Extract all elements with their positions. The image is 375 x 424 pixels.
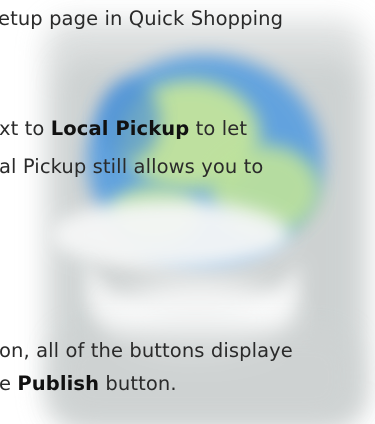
article-line-pickup-allows: al Pickup still allows you to <box>0 155 264 178</box>
publish-bold-label: Publish <box>17 372 100 395</box>
text-fragment: e <box>0 372 18 395</box>
article-line-setup-page: etup page in Quick Shopping <box>0 7 284 30</box>
text-fragment: to let <box>189 117 248 140</box>
local-pickup-bold-label: Local Pickup <box>50 117 190 140</box>
article-text: etup page in Quick Shopping xt to Local … <box>0 0 375 424</box>
article-line-buttons-displayed: on, all of the buttons displaye <box>0 339 293 362</box>
article-line-publish: e Publish button. <box>0 371 177 397</box>
text-fragment: xt to <box>0 117 51 140</box>
text-fragment: button. <box>99 372 177 395</box>
article-line-local-pickup: xt to Local Pickup to let <box>0 116 247 142</box>
